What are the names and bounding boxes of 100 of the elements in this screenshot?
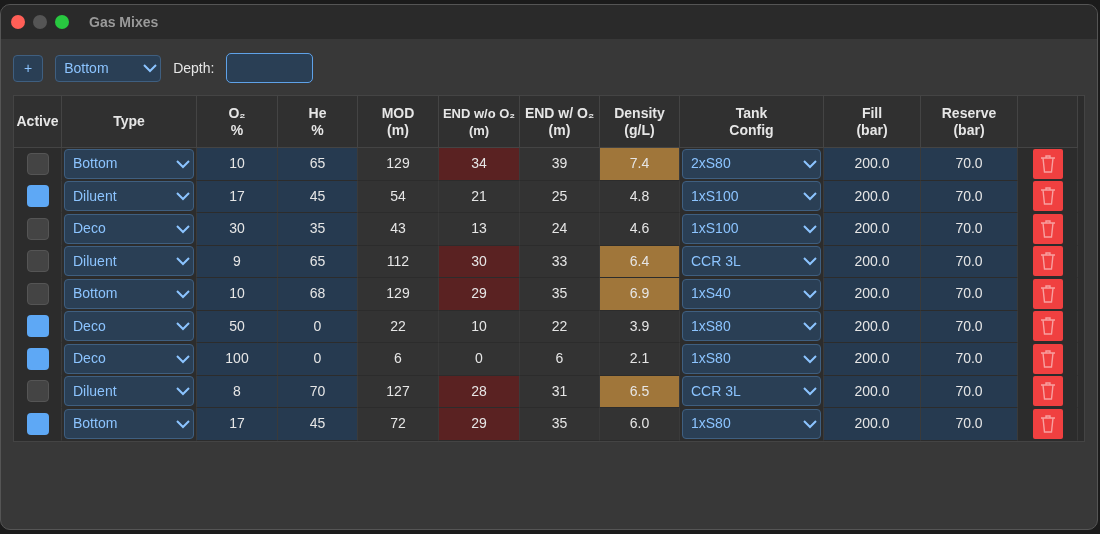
column-header: Active: [14, 96, 62, 148]
he-field[interactable]: 68: [278, 278, 358, 311]
o2-field[interactable]: 17: [197, 180, 278, 213]
delete-button[interactable]: [1032, 376, 1063, 407]
delete-button[interactable]: [1032, 181, 1063, 212]
close-button[interactable]: [11, 15, 25, 29]
he-field[interactable]: 0: [278, 343, 358, 376]
fill-field[interactable]: 200.0: [824, 343, 921, 376]
fill-field[interactable]: 200.0: [824, 310, 921, 343]
checkbox[interactable]: [26, 282, 49, 305]
type-dropdown[interactable]: Diluent: [64, 181, 194, 212]
type-dropdown[interactable]: Deco: [64, 311, 194, 342]
tank-dropdown[interactable]: 1xS80: [682, 343, 821, 374]
table-cell: 129: [358, 148, 439, 181]
checkbox[interactable]: [26, 380, 49, 403]
reserve-field[interactable]: 70.0: [921, 375, 1018, 408]
trash-icon: [1039, 219, 1056, 238]
he-field[interactable]: 0: [278, 310, 358, 343]
type-dropdown[interactable]: Deco: [64, 213, 194, 244]
fill-field[interactable]: 200.0: [824, 245, 921, 278]
trash-icon: [1039, 154, 1056, 173]
o2-field[interactable]: 9: [197, 245, 278, 278]
reserve-field[interactable]: 70.0: [921, 408, 1018, 441]
table-cell: 29: [439, 408, 520, 441]
fill-field[interactable]: 200.0: [824, 148, 921, 181]
depth-field[interactable]: [226, 53, 314, 83]
type-dropdown[interactable]: Bottom: [64, 408, 194, 439]
tank-dropdown[interactable]: 1xS100: [682, 213, 821, 244]
checkbox[interactable]: [26, 152, 49, 175]
delete-button[interactable]: [1032, 343, 1063, 374]
fill-field[interactable]: 200.0: [824, 375, 921, 408]
fill-field[interactable]: 200.0: [824, 180, 921, 213]
o2-field[interactable]: 8: [197, 375, 278, 408]
checkbox[interactable]: [26, 347, 49, 370]
delete-button[interactable]: [1032, 311, 1063, 342]
reserve-field[interactable]: 70.0: [921, 278, 1018, 311]
type-dropdown[interactable]: Diluent: [64, 376, 194, 407]
tank-dropdown[interactable]: 1xS80: [682, 311, 821, 342]
tank-dropdown[interactable]: 1xS100: [682, 181, 821, 212]
tank-dropdown[interactable]: CCR 3L: [682, 246, 821, 277]
checkbox[interactable]: [26, 250, 49, 273]
chevron-icon: [802, 386, 818, 397]
add-button[interactable]: +: [13, 54, 44, 82]
o2-field[interactable]: 10: [197, 278, 278, 311]
table-cell: 24: [520, 213, 600, 246]
he-field[interactable]: 65: [278, 245, 358, 278]
chevron-icon: [175, 386, 191, 397]
o2-field[interactable]: 30: [197, 213, 278, 246]
he-field[interactable]: 45: [278, 180, 358, 213]
delete-button[interactable]: [1032, 408, 1063, 439]
delete-button[interactable]: [1032, 246, 1063, 277]
reserve-field[interactable]: 70.0: [921, 148, 1018, 181]
table-cell: 10: [439, 310, 520, 343]
checkbox[interactable]: [26, 217, 49, 240]
checkbox[interactable]: [26, 185, 49, 208]
he-field[interactable]: 45: [278, 408, 358, 441]
tank-dropdown[interactable]: CCR 3L: [682, 376, 821, 407]
type-dropdown[interactable]: Bottom: [64, 278, 194, 309]
o2-field[interactable]: 50: [197, 310, 278, 343]
checkbox[interactable]: [26, 412, 49, 435]
o2-field[interactable]: 17: [197, 408, 278, 441]
type-dropdown[interactable]: Deco: [64, 343, 194, 374]
fill-field[interactable]: 200.0: [824, 213, 921, 246]
tank-dropdown[interactable]: 1xS40: [682, 278, 821, 309]
zoom-button[interactable]: [55, 15, 69, 29]
column-header: O₂ %: [197, 96, 278, 148]
o2-field[interactable]: 100: [197, 343, 278, 376]
o2-field[interactable]: 10: [197, 148, 278, 181]
reserve-field[interactable]: 70.0: [921, 343, 1018, 376]
table-cell: 2.1: [600, 343, 680, 376]
fill-field[interactable]: 200.0: [824, 278, 921, 311]
reserve-field[interactable]: 70.0: [921, 180, 1018, 213]
reserve-field[interactable]: 70.0: [921, 245, 1018, 278]
he-field[interactable]: 35: [278, 213, 358, 246]
reserve-field[interactable]: 70.0: [921, 310, 1018, 343]
chevron-icon: [175, 321, 191, 332]
reserve-field[interactable]: 70.0: [921, 213, 1018, 246]
tank-dropdown[interactable]: 1xS80: [682, 408, 821, 439]
tank-dropdown[interactable]: 2xS80: [682, 148, 821, 179]
chevron-icon: [802, 353, 818, 364]
checkbox[interactable]: [26, 315, 49, 338]
chevron-icon: [175, 288, 191, 299]
delete-button[interactable]: [1032, 148, 1063, 179]
type-dropdown[interactable]: Diluent: [64, 246, 194, 277]
table-cell: 34: [439, 148, 520, 181]
delete-button[interactable]: [1032, 213, 1063, 244]
fill-field[interactable]: 200.0: [824, 408, 921, 441]
table-cell: 4.6: [600, 213, 680, 246]
chevron-icon: [802, 223, 818, 234]
chevron-icon: [802, 418, 818, 429]
column-header: Reserve (bar): [921, 96, 1018, 148]
table-cell: 33: [520, 245, 600, 278]
type-dropdown[interactable]: Bottom: [64, 148, 194, 179]
type-dropdown[interactable]: Bottom: [55, 54, 162, 82]
chevron-icon: [802, 158, 818, 169]
he-field[interactable]: 65: [278, 148, 358, 181]
delete-button[interactable]: [1032, 278, 1063, 309]
he-field[interactable]: 70: [278, 375, 358, 408]
table-cell: 6: [358, 343, 439, 376]
table-cell: 3.9: [600, 310, 680, 343]
